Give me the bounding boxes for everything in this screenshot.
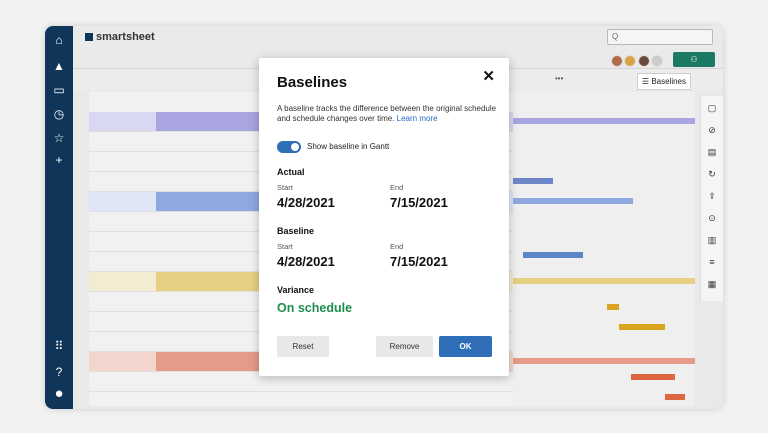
toggle-knob	[291, 143, 299, 151]
avatar	[651, 55, 663, 67]
gantt-bar[interactable]	[619, 324, 665, 330]
actual-label: Actual	[277, 167, 305, 177]
baseline-end-date: 7/15/2021	[390, 254, 448, 269]
gantt-bar[interactable]	[513, 118, 695, 124]
show-baseline-toggle[interactable]	[277, 141, 301, 153]
close-icon[interactable]: ✕	[482, 67, 495, 85]
actual-end-date: 7/15/2021	[390, 195, 448, 210]
remove-button[interactable]: Remove	[376, 336, 433, 357]
proofing-icon[interactable]: ▤	[706, 146, 718, 158]
logo: smartsheet	[85, 31, 155, 43]
forms-icon[interactable]: ▥	[706, 234, 718, 246]
actual-start-label: Start	[277, 183, 293, 192]
report-icon[interactable]: ▦	[706, 278, 718, 290]
update-requests-icon[interactable]: ⊙	[706, 212, 718, 224]
actual-end-label: End	[390, 183, 404, 192]
publish-icon[interactable]: ⇪	[706, 190, 718, 202]
gantt-bar[interactable]	[631, 374, 675, 380]
account-icon[interactable]: ●	[51, 386, 67, 402]
reset-button[interactable]: Reset	[277, 336, 329, 357]
baseline-label: Baseline	[277, 226, 315, 236]
bell-icon[interactable]: ▲	[51, 58, 67, 74]
baselines-dialog: Baselines ✕ A baseline tracks the differ…	[259, 58, 509, 376]
avatar	[610, 55, 623, 67]
baseline-end-label: End	[390, 242, 404, 251]
row-highlight	[156, 272, 276, 291]
gantt-bar[interactable]	[513, 198, 633, 204]
ok-button[interactable]: OK	[439, 336, 492, 357]
attachment-icon[interactable]: ⊘	[706, 124, 718, 136]
dialog-title: Baselines	[277, 74, 348, 91]
clock-icon[interactable]: ◷	[51, 106, 67, 122]
variance-label: Variance	[277, 285, 315, 295]
gantt-bar[interactable]	[523, 252, 583, 258]
logo-mark-icon	[85, 33, 93, 42]
baselines-icon: ☰	[641, 77, 650, 86]
baseline-start-date: 4/28/2021	[277, 254, 335, 269]
plus-icon[interactable]: +	[51, 152, 67, 168]
more-icon[interactable]: •••	[555, 74, 563, 83]
right-panel: ▢ ⊘ ▤ ↻ ⇪ ⊙ ▥ ≡ ▦	[700, 96, 723, 301]
row-highlight	[156, 112, 276, 131]
actual-start-date: 4/28/2021	[277, 195, 335, 210]
avatar	[637, 55, 650, 67]
share-button[interactable]: ⚇	[673, 52, 715, 67]
baselines-label: Baselines	[651, 77, 686, 86]
row-highlight	[156, 192, 276, 211]
folder-icon[interactable]: ▭	[51, 82, 67, 98]
description-text: A baseline tracks the difference between…	[277, 104, 497, 123]
home-icon[interactable]: ⌂	[51, 32, 67, 48]
gantt-chart[interactable]	[513, 92, 695, 406]
search-input[interactable]: Q	[607, 29, 713, 45]
summary-icon[interactable]: ≡	[706, 256, 718, 268]
table-row[interactable]	[89, 392, 513, 409]
activity-icon[interactable]: ↻	[706, 168, 718, 180]
gantt-bar[interactable]	[513, 358, 695, 364]
baselines-button[interactable]: ☰ Baselines	[636, 73, 691, 90]
gantt-bar[interactable]	[513, 278, 695, 284]
baseline-start-label: Start	[277, 242, 293, 251]
variance-value: On schedule	[277, 301, 353, 315]
row-highlight	[156, 352, 276, 371]
avatar	[624, 55, 637, 67]
toggle-label: Show baseline in Gantt	[307, 142, 390, 151]
gantt-bar[interactable]	[607, 304, 619, 310]
help-icon[interactable]: ?	[51, 364, 67, 380]
left-nav: ⌂ ▲ ▭ ◷ ☆ + ⠿ ? ●	[45, 26, 73, 409]
comment-icon[interactable]: ▢	[706, 102, 718, 114]
apps-icon[interactable]: ⠿	[51, 338, 67, 354]
learn-more-link[interactable]: Learn more	[397, 114, 438, 123]
app-name: smartsheet	[96, 31, 155, 43]
dialog-description: A baseline tracks the difference between…	[277, 104, 497, 124]
star-icon[interactable]: ☆	[51, 130, 67, 146]
gantt-bar[interactable]	[513, 178, 553, 184]
gantt-bar[interactable]	[665, 394, 685, 400]
